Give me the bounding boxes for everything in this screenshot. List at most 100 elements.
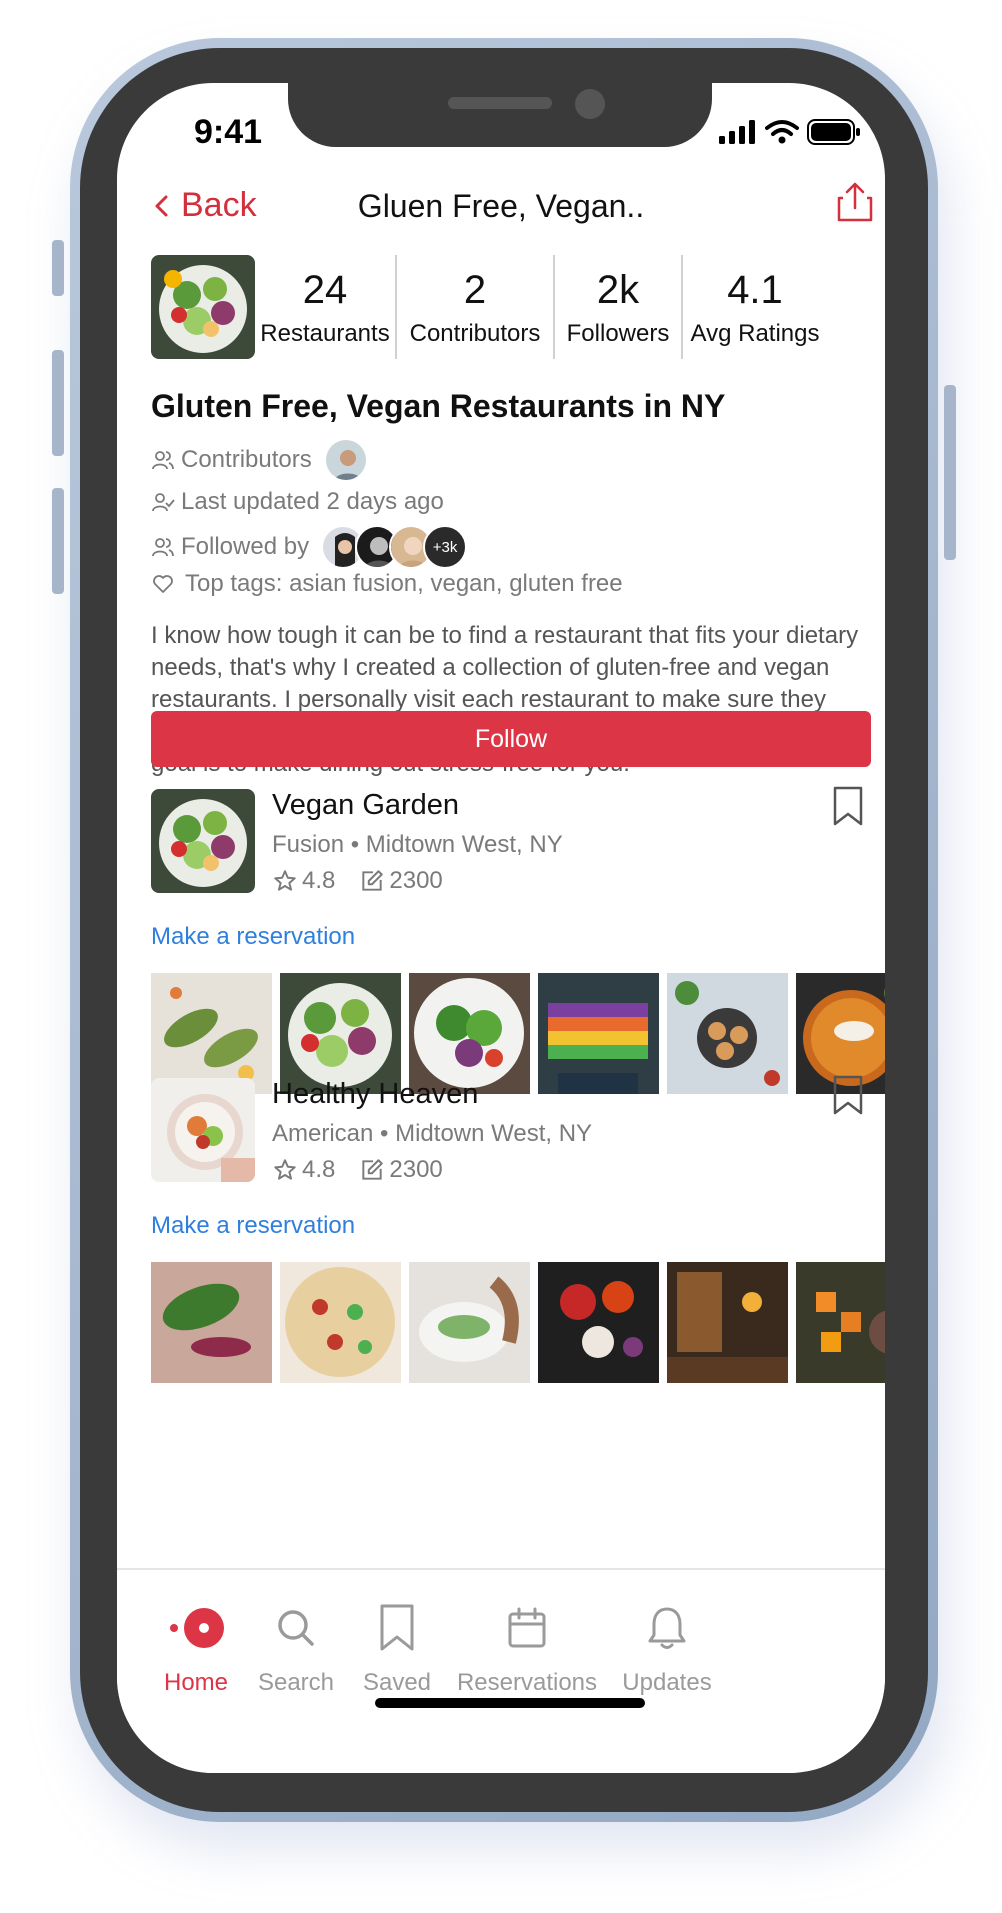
share-icon bbox=[837, 182, 873, 222]
contributors-row[interactable]: Contributors bbox=[151, 438, 368, 482]
contributor-avatars bbox=[323, 438, 368, 482]
stat-value: 4.1 bbox=[727, 268, 783, 312]
front-camera bbox=[575, 89, 605, 119]
edit-icon bbox=[362, 1159, 384, 1180]
food-photo[interactable] bbox=[409, 973, 530, 1094]
users-icon bbox=[152, 451, 174, 470]
stat-label: Contributors bbox=[409, 320, 541, 347]
followed-by-row[interactable]: Followed by +3k bbox=[151, 525, 468, 569]
follower-avatars: +3k bbox=[321, 525, 468, 569]
phone-screen: 9:41 Back Gluen Free, Vegan.. 24 Restaur… bbox=[117, 83, 885, 1773]
last-updated-row: Last updated 2 days ago bbox=[151, 488, 444, 516]
home-dot-icon bbox=[170, 1608, 224, 1648]
stat-label: Followers bbox=[566, 320, 670, 347]
follow-button[interactable]: Follow bbox=[151, 711, 871, 767]
signal-icon bbox=[719, 120, 755, 144]
tab-home[interactable]: Home bbox=[145, 1595, 247, 1697]
bookmark-icon bbox=[833, 786, 863, 826]
users-icon bbox=[152, 538, 174, 557]
make-reservation-link[interactable]: Make a reservation bbox=[151, 1212, 355, 1240]
food-photo[interactable] bbox=[667, 973, 788, 1094]
stat-contributors: 2 Contributors bbox=[397, 255, 553, 359]
restaurant-name[interactable]: Vegan Garden bbox=[272, 789, 459, 822]
stat-label: Restaurants bbox=[260, 320, 390, 347]
avatar bbox=[323, 438, 368, 482]
nav-bar: Back Gluen Free, Vegan.. bbox=[117, 178, 885, 238]
photo-strip[interactable] bbox=[151, 973, 885, 1094]
food-photo[interactable] bbox=[151, 1262, 272, 1383]
notch bbox=[288, 83, 712, 147]
star-icon bbox=[274, 1159, 296, 1180]
food-photo[interactable] bbox=[667, 1262, 788, 1383]
collection-title: Gluten Free, Vegan Restaurants in NY bbox=[151, 388, 726, 424]
home-indicator bbox=[375, 1698, 645, 1708]
food-photo[interactable] bbox=[538, 973, 659, 1094]
share-button[interactable] bbox=[835, 180, 875, 229]
more-followers-badge[interactable]: +3k bbox=[423, 525, 468, 569]
star-icon bbox=[274, 870, 296, 891]
stat-value: 2 bbox=[463, 268, 487, 312]
bell-icon bbox=[648, 1607, 686, 1649]
calendar-icon bbox=[508, 1607, 546, 1648]
collection-thumbnail bbox=[151, 255, 255, 359]
tab-label: Updates bbox=[622, 1669, 712, 1696]
tab-label: Reservations bbox=[456, 1669, 598, 1696]
food-photo[interactable] bbox=[280, 1262, 401, 1383]
restaurant-subtitle: Fusion • Midtown West, NY bbox=[272, 831, 563, 858]
bookmark-icon bbox=[380, 1604, 414, 1651]
tab-label: Saved bbox=[362, 1669, 432, 1696]
user-check-icon bbox=[152, 493, 175, 512]
stat-value: 2k bbox=[596, 268, 640, 312]
review-count: 2300 bbox=[389, 1156, 443, 1183]
speaker bbox=[448, 97, 552, 109]
restaurant-thumbnail[interactable] bbox=[151, 1078, 255, 1182]
status-time: 9:41 bbox=[194, 113, 263, 151]
tab-bar: Home Search Saved Reservations Updates bbox=[117, 1568, 885, 1773]
status-icons bbox=[719, 119, 861, 145]
bookmark-button[interactable] bbox=[831, 785, 865, 832]
tab-saved[interactable]: Saved bbox=[342, 1595, 452, 1697]
photo-strip[interactable] bbox=[151, 1262, 885, 1383]
restaurant-subtitle: American • Midtown West, NY bbox=[272, 1120, 593, 1147]
tab-label: Search bbox=[257, 1669, 335, 1696]
top-tags-row: Top tags: asian fusion, vegan, gluten fr… bbox=[151, 570, 623, 598]
rating-value: 4.8 bbox=[302, 867, 336, 894]
search-icon bbox=[278, 1610, 314, 1646]
food-photo[interactable] bbox=[280, 973, 401, 1094]
volume-down-button bbox=[52, 488, 64, 594]
tab-updates[interactable]: Updates bbox=[597, 1595, 737, 1697]
stat-restaurants: 24 Restaurants bbox=[255, 255, 395, 359]
review-count: 2300 bbox=[389, 867, 443, 894]
contributors-label: Contributors bbox=[181, 446, 312, 473]
power-button bbox=[944, 385, 956, 560]
tab-search[interactable]: Search bbox=[241, 1595, 351, 1697]
stat-label: Avg Ratings bbox=[690, 320, 820, 347]
bookmark-icon bbox=[833, 1075, 863, 1115]
make-reservation-link[interactable]: Make a reservation bbox=[151, 923, 355, 951]
wifi-icon bbox=[765, 120, 799, 144]
stat-value: 24 bbox=[302, 268, 348, 312]
top-tags-text: Top tags: asian fusion, vegan, gluten fr… bbox=[185, 570, 623, 597]
food-photo[interactable] bbox=[151, 973, 272, 1094]
rating-value: 4.8 bbox=[302, 1156, 336, 1183]
last-updated-text: Last updated 2 days ago bbox=[181, 488, 444, 515]
collection-stats: 24 Restaurants 2 Contributors 2k Followe… bbox=[151, 253, 871, 361]
restaurant-ratings: 4.8 2300 bbox=[272, 1156, 443, 1184]
stat-avg-ratings: 4.1 Avg Ratings bbox=[683, 255, 827, 359]
mute-switch bbox=[52, 240, 64, 296]
tab-label: Home bbox=[163, 1669, 229, 1696]
food-photo[interactable] bbox=[409, 1262, 530, 1383]
heart-icon bbox=[153, 575, 173, 593]
tab-reservations[interactable]: Reservations bbox=[442, 1595, 612, 1697]
followed-by-label: Followed by bbox=[181, 533, 310, 560]
bookmark-button[interactable] bbox=[831, 1074, 865, 1121]
volume-up-button bbox=[52, 350, 64, 456]
stat-followers: 2k Followers bbox=[555, 255, 681, 359]
battery-icon bbox=[807, 119, 860, 145]
food-photo[interactable] bbox=[538, 1262, 659, 1383]
restaurant-thumbnail[interactable] bbox=[151, 789, 255, 893]
restaurant-name[interactable]: Healthy Heaven bbox=[272, 1078, 478, 1111]
nav-title: Gluen Free, Vegan.. bbox=[357, 188, 645, 224]
restaurant-ratings: 4.8 2300 bbox=[272, 867, 443, 895]
food-photo[interactable] bbox=[796, 1262, 885, 1383]
